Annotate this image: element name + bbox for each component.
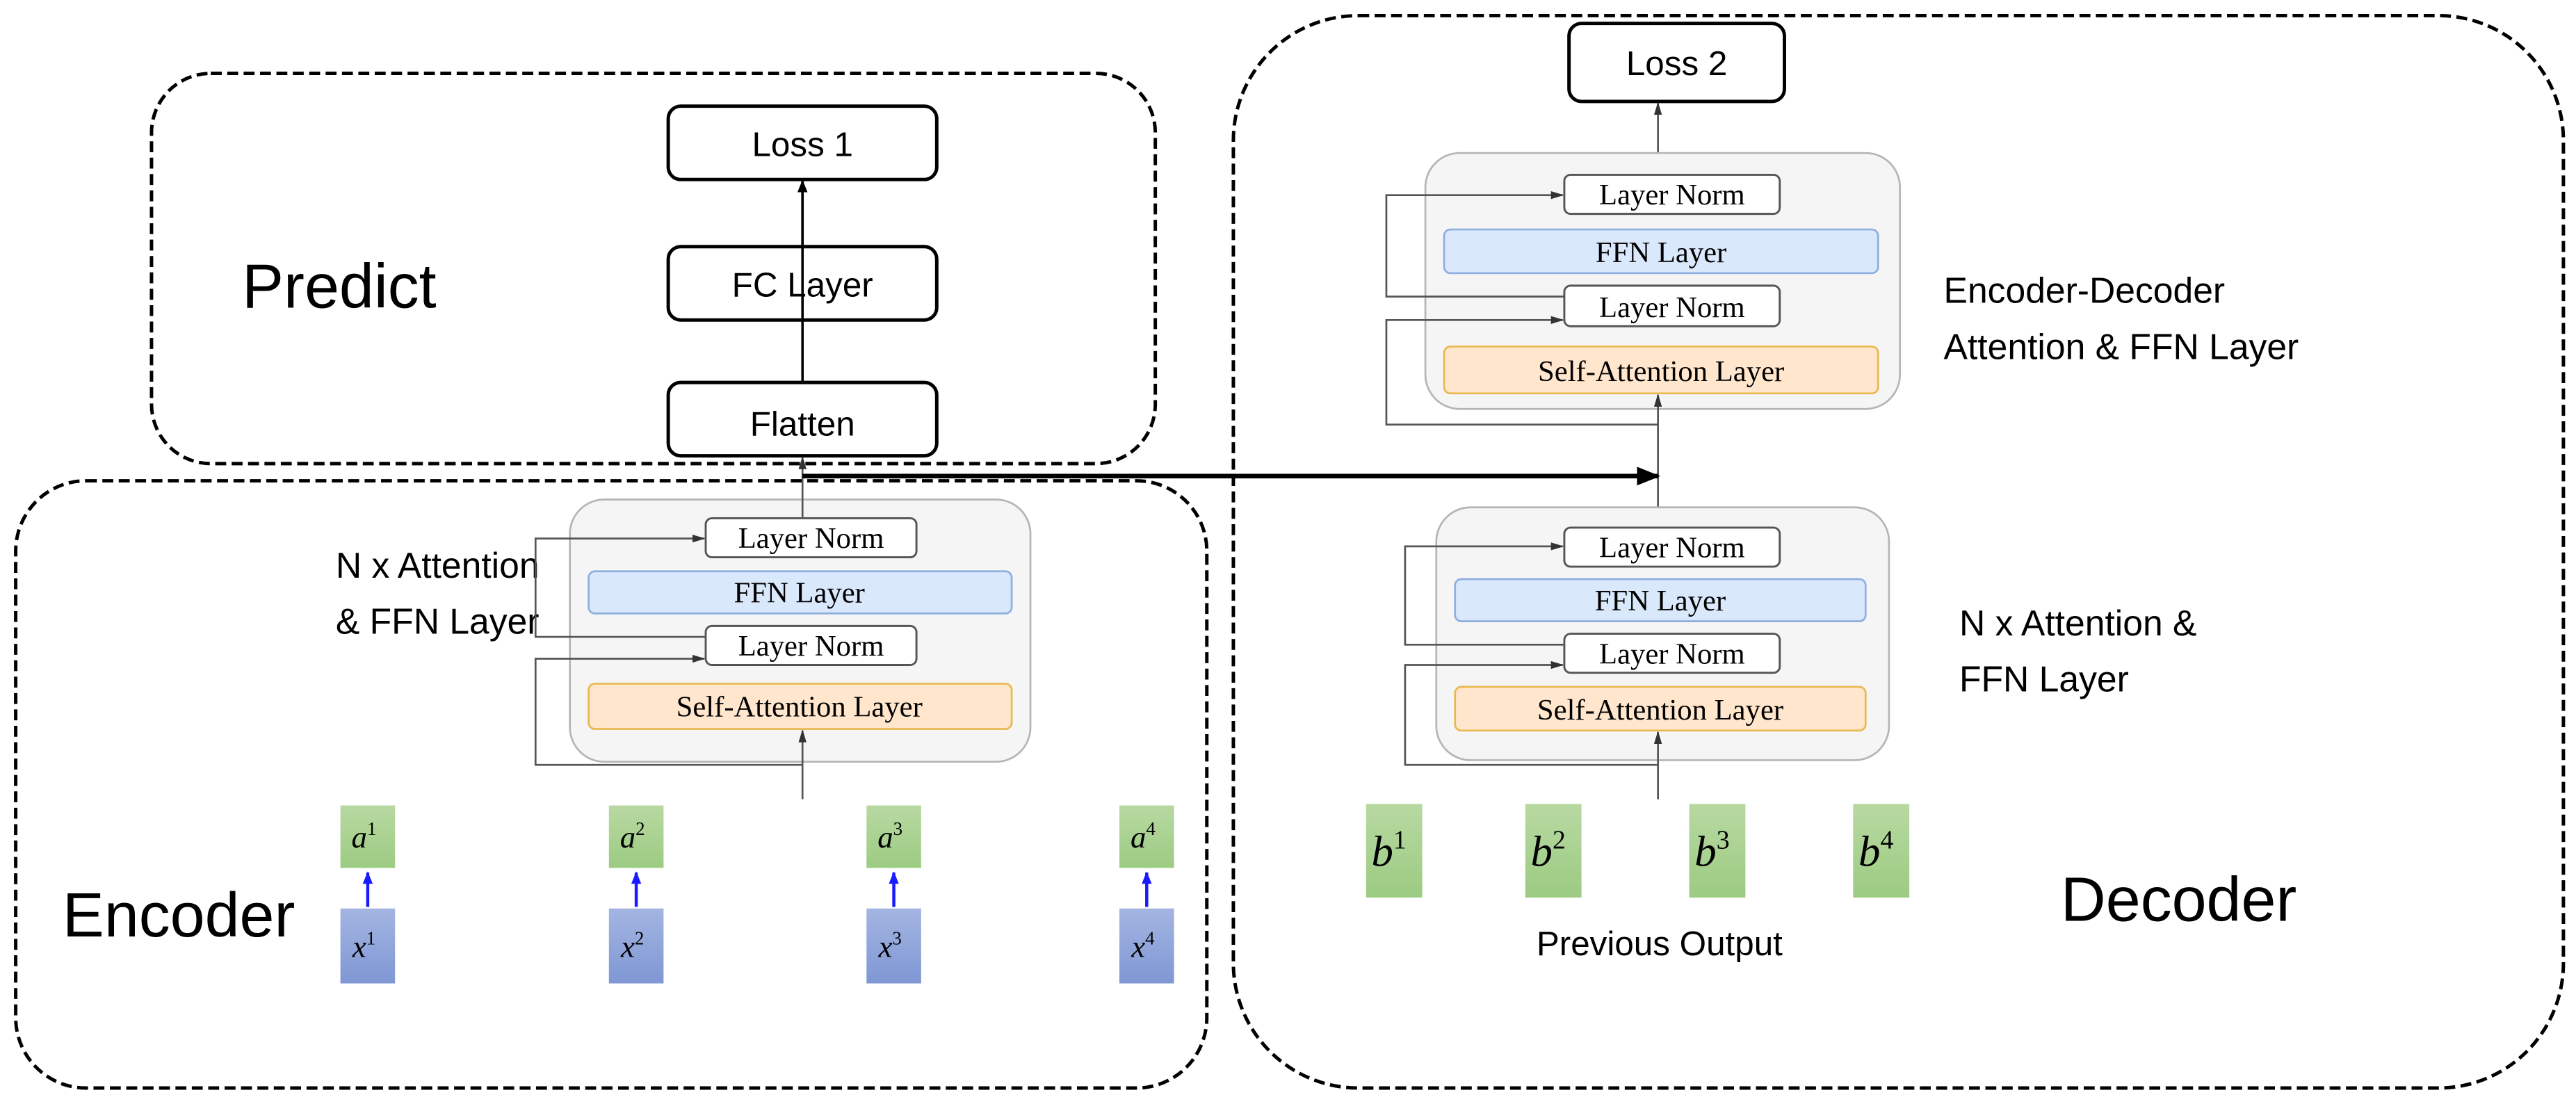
predict-title: Predict (242, 252, 437, 321)
flatten-node: Flatten (666, 380, 939, 458)
self-block-label-1: N x Attention & (1959, 603, 2197, 643)
loss2-label: Loss 2 (1626, 44, 1727, 83)
encoder-input-1: x1 (340, 908, 396, 984)
svg-text:FFN Layer: FFN Layer (1595, 585, 1726, 617)
transformer-diagram: Predict Loss 1 FC Layer Flatten Encoder … (0, 0, 2576, 1120)
decoder-tokens: b1 b2 b3 b4 (1366, 804, 1910, 898)
encoder-block-label-1: N x Attention (336, 545, 540, 585)
cross-self-attention-layer: Self-Attention Layer (1443, 346, 1879, 395)
encoder-output-4: a4 (1119, 805, 1174, 868)
cross-layer-norm-top: Layer Norm (1563, 174, 1781, 216)
encoder-title: Encoder (63, 881, 295, 950)
svg-text:Self-Attention Layer: Self-Attention Layer (677, 691, 923, 724)
previous-output-label: Previous Output (1537, 925, 1783, 963)
decoder-ffn-layer: FFN Layer (1454, 578, 1867, 622)
previous-output-4: b4 (1853, 804, 1910, 898)
svg-text:Layer Norm: Layer Norm (1599, 532, 1745, 565)
svg-text:FFN Layer: FFN Layer (1596, 236, 1726, 269)
decoder-title: Decoder (2061, 866, 2296, 935)
svg-text:Self-Attention Layer: Self-Attention Layer (1538, 355, 1784, 388)
previous-output-3: b3 (1689, 804, 1746, 898)
encoder-input-4: x4 (1119, 908, 1174, 984)
svg-text:Layer Norm: Layer Norm (738, 522, 884, 555)
decoder-group: Decoder Loss 2 Encoder-Decoder Attention… (802, 13, 2566, 1090)
encoder-input-2: x2 (608, 908, 664, 984)
svg-text:Layer Norm: Layer Norm (738, 630, 884, 663)
loss1-label: Loss 1 (752, 126, 852, 164)
svg-text:Layer Norm: Layer Norm (1599, 291, 1745, 324)
decoder-layer-norm-bottom: Layer Norm (1563, 633, 1781, 674)
cross-block-label-2: Attention & FFN Layer (1944, 326, 2299, 366)
encoder-group: Encoder N x Attention & FFN Layer Layer … (14, 455, 1209, 1090)
svg-text:Layer Norm: Layer Norm (1599, 179, 1745, 211)
svg-text:FFN Layer: FFN Layer (734, 577, 865, 610)
encoder-block-label-2: & FFN Layer (336, 601, 540, 642)
predict-group: Predict Loss 1 FC Layer Flatten (149, 72, 1158, 466)
encoder-output-1: a1 (340, 805, 396, 868)
encoder-ffn-layer: FFN Layer (588, 570, 1013, 615)
cross-ffn-layer: FFN Layer (1443, 228, 1879, 275)
encoder-self-attention-layer: Self-Attention Layer (588, 683, 1013, 730)
cross-block-label-1: Encoder-Decoder (1944, 270, 2226, 311)
encoder-layer-norm-top: Layer Norm (704, 517, 918, 559)
decoder-self-attention-layer: Self-Attention Layer (1454, 685, 1867, 732)
encoder-output-2: a2 (608, 805, 664, 868)
previous-output-1: b1 (1366, 804, 1423, 898)
flatten-label: Flatten (750, 405, 855, 443)
cross-layer-norm-bottom: Layer Norm (1563, 284, 1781, 327)
svg-text:Self-Attention Layer: Self-Attention Layer (1537, 694, 1783, 727)
encoder-input-3: x3 (866, 908, 921, 984)
encoder-output-3: a3 (866, 805, 921, 868)
svg-text:Layer Norm: Layer Norm (1599, 638, 1745, 670)
encoder-tokens: a1 a2 a3 a4 x1 x2 x3 x4 (340, 805, 1174, 984)
encoder-layer-norm-bottom: Layer Norm (704, 624, 918, 666)
loss1-node: Loss 1 (666, 104, 939, 181)
previous-output-2: b2 (1525, 804, 1582, 898)
loss2-node: Loss 2 (1567, 22, 1786, 104)
decoder-layer-norm-top: Layer Norm (1563, 526, 1781, 568)
self-block-label-2: FFN Layer (1959, 659, 2129, 699)
